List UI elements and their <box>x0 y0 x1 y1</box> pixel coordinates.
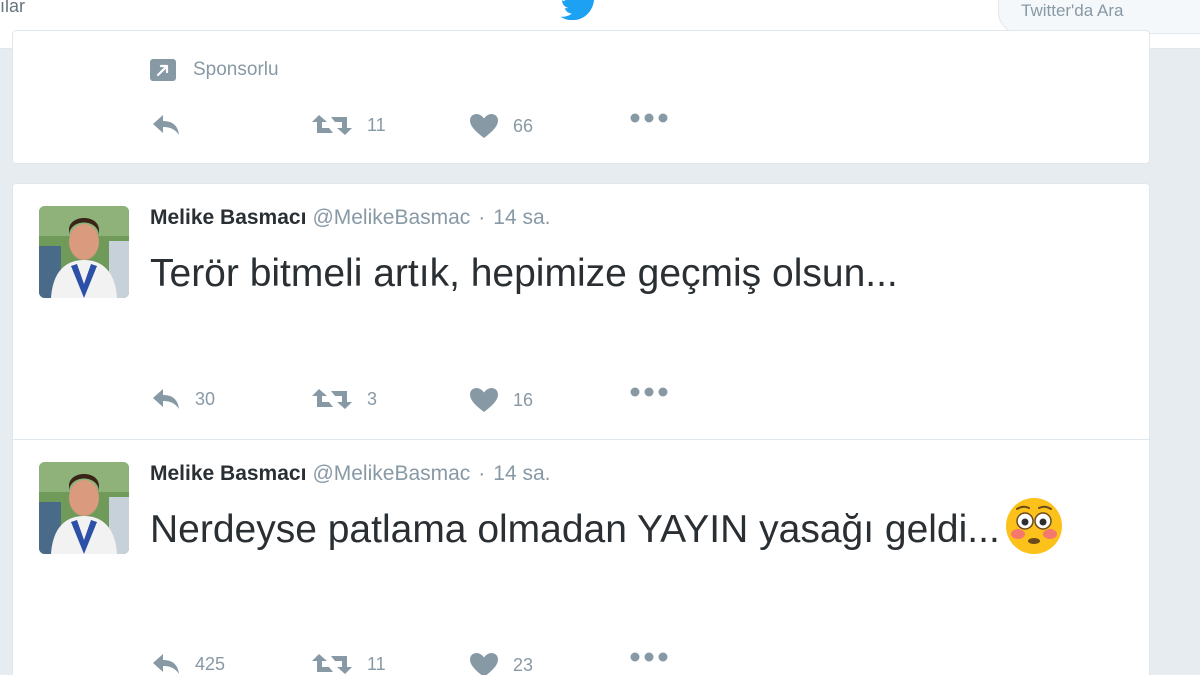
more-button[interactable] <box>629 652 669 662</box>
like-count: 16 <box>513 389 534 410</box>
twitter-timeline-page: ılar Sponsorlu <box>0 0 1200 675</box>
search-box[interactable] <box>998 0 1200 34</box>
avatar[interactable] <box>39 462 129 554</box>
promoted-tweet-card[interactable]: Sponsorlu 11 66 <box>12 30 1150 164</box>
user-handle[interactable]: @MelikeBasmac <box>312 206 470 229</box>
like-button[interactable]: 16 <box>469 387 533 413</box>
reply-button[interactable] <box>151 113 195 137</box>
tweet-text: Nerdeyse patlama olmadan YAYIN yasağı ge… <box>150 497 1110 562</box>
separator: · <box>478 206 486 229</box>
more-button[interactable] <box>629 113 669 123</box>
reply-icon <box>153 389 179 409</box>
retweet-button[interactable]: 11 <box>311 113 386 137</box>
tweet-header: Melike Basmacı @MelikeBasmac · 14 sa. <box>150 462 551 486</box>
retweet-button[interactable]: 11 <box>311 652 386 675</box>
tweet-actions: 11 66 <box>151 113 751 143</box>
avatar[interactable] <box>39 206 129 298</box>
reply-icon <box>153 654 179 674</box>
tweet-stream: Melike Basmacı @MelikeBasmac · 14 sa. Terör… <box>12 183 1150 675</box>
tweet-timestamp[interactable]: 14 sa. <box>493 206 550 229</box>
like-button[interactable]: 23 <box>469 652 533 675</box>
reply-icon <box>153 115 179 135</box>
reply-count: 30 <box>195 388 216 409</box>
tweet-actions: 30 3 16 <box>151 387 751 417</box>
reply-count: 425 <box>195 653 226 674</box>
reply-button[interactable]: 30 <box>151 387 215 411</box>
search-input[interactable] <box>1019 0 1200 23</box>
more-button[interactable] <box>629 387 669 397</box>
tweet-timestamp[interactable]: 14 sa. <box>493 462 550 485</box>
separator: · <box>478 462 486 485</box>
sponsored-label-row[interactable]: Sponsorlu <box>150 59 279 81</box>
heart-icon <box>470 388 498 412</box>
heart-icon <box>470 114 498 138</box>
retweet-count: 3 <box>367 388 378 409</box>
more-dots-icon <box>630 387 668 397</box>
user-fullname[interactable]: Melike Basmacı <box>150 462 306 485</box>
retweet-count: 11 <box>367 114 386 135</box>
tweet-text: Terör bitmeli artık, hepimize geçmiş ols… <box>150 242 1110 306</box>
heart-icon <box>470 653 498 675</box>
nav-item-label[interactable]: ılar <box>0 0 25 17</box>
more-dots-icon <box>630 652 668 662</box>
retweet-button[interactable]: 3 <box>311 387 377 411</box>
tweet-item[interactable]: Melike Basmacı @MelikeBasmac · 14 sa. Nerde… <box>13 440 1149 675</box>
tweet-text-content: Terör bitmeli artık, hepimize geçmiş ols… <box>150 252 898 295</box>
tweet-item[interactable]: Melike Basmacı @MelikeBasmac · 14 sa. Terör… <box>13 184 1149 440</box>
tweet-actions: 425 11 23 <box>151 652 751 675</box>
flushed-face-emoji <box>1005 497 1062 554</box>
reply-button[interactable]: 425 <box>151 652 225 675</box>
user-handle[interactable]: @MelikeBasmac <box>312 462 470 485</box>
tweet-text-content: Nerdeyse patlama olmadan YAYIN yasağı ge… <box>150 508 1000 551</box>
promoted-icon <box>150 59 176 81</box>
twitter-bird-icon[interactable] <box>560 0 600 20</box>
like-count: 23 <box>513 654 534 675</box>
retweet-count: 11 <box>367 653 386 674</box>
retweet-icon <box>312 115 352 135</box>
retweet-icon <box>312 654 352 674</box>
like-count: 66 <box>513 115 534 136</box>
user-fullname[interactable]: Melike Basmacı <box>150 206 306 229</box>
sponsored-label: Sponsorlu <box>193 59 279 80</box>
tweet-header: Melike Basmacı @MelikeBasmac · 14 sa. <box>150 206 551 230</box>
more-dots-icon <box>630 113 668 123</box>
retweet-icon <box>312 389 352 409</box>
like-button[interactable]: 66 <box>469 113 533 139</box>
